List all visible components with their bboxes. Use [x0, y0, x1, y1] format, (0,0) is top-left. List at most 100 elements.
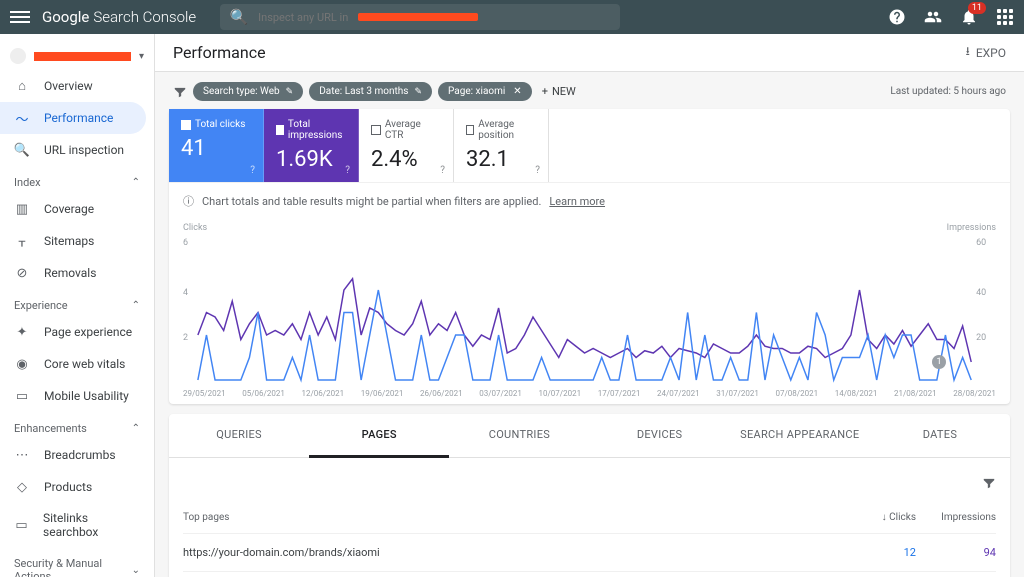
checkbox-icon	[371, 125, 381, 135]
help-icon[interactable]: ?	[535, 165, 540, 176]
metric-position[interactable]: Average position 32.1 ?	[454, 109, 549, 182]
filter-icon[interactable]	[173, 85, 187, 99]
tab-dates[interactable]: DATES	[870, 414, 1010, 457]
nav-removals[interactable]: ⊘Removals	[0, 257, 154, 289]
main: Performance ⭳ EXPO Search type: Web✎ Dat…	[155, 34, 1024, 577]
logo-product: Search Console	[93, 8, 196, 26]
nav-coverage[interactable]: ▥Coverage	[0, 193, 154, 225]
nav-page-experience[interactable]: ✦Page experience	[0, 316, 154, 348]
chevron-up-icon: ⌃	[132, 300, 140, 311]
search-icon: 🔍	[230, 8, 248, 26]
search-input[interactable]	[258, 11, 348, 24]
nav-cwv[interactable]: ◉Core web vitals	[0, 348, 154, 380]
tab-devices[interactable]: DEVICES	[590, 414, 730, 457]
chevron-up-icon: ⌃	[132, 423, 140, 434]
nav-mobile-usability[interactable]: ▭Mobile Usability	[0, 380, 154, 412]
help-icon[interactable]: ?	[345, 165, 350, 176]
close-icon[interactable]: ✕	[513, 86, 521, 97]
svg-text:40: 40	[976, 288, 986, 298]
left-axis-label: Clicks	[183, 223, 207, 233]
tab-pages[interactable]: PAGES	[309, 414, 449, 458]
nav-products[interactable]: ◇Products	[0, 471, 154, 503]
chevron-up-icon: ⌃	[132, 177, 140, 188]
table-row[interactable]: http://your-domain.com/brands/xiaomi9317	[183, 572, 996, 577]
products-icon: ◇	[14, 479, 30, 495]
checkbox-icon	[181, 120, 191, 130]
menu-icon[interactable]	[10, 8, 30, 26]
add-filter-button[interactable]: +NEW	[542, 85, 576, 98]
apps-icon[interactable]	[996, 8, 1014, 26]
section-enhancements[interactable]: Enhancements⌃	[0, 412, 154, 439]
metric-ctr[interactable]: Average CTR 2.4% ?	[359, 109, 454, 182]
notifications-icon[interactable]: 11	[960, 8, 978, 26]
metric-tiles: Total clicks 41 ? Total impressions 1.69…	[169, 109, 1010, 182]
nav-performance[interactable]: 〜Performance	[0, 102, 146, 134]
breadcrumbs-icon: ⋯	[14, 447, 30, 463]
chevron-down-icon: ⌄	[132, 565, 140, 576]
property-favicon	[10, 48, 26, 64]
tab-queries[interactable]: QUERIES	[169, 414, 309, 457]
nav-overview[interactable]: ⌂Overview	[0, 70, 154, 102]
magnifier-icon: 🔍	[14, 142, 30, 158]
metric-impressions[interactable]: Total impressions 1.69K ?	[264, 109, 359, 182]
topbar: Google Search Console 🔍 11	[0, 0, 1024, 34]
svg-text:2: 2	[183, 333, 188, 343]
titlebar: Performance ⭳ EXPO	[155, 34, 1024, 72]
speed-icon: ◉	[14, 356, 30, 372]
chart-card: Total clicks 41 ? Total impressions 1.69…	[169, 109, 1010, 404]
nav-breadcrumbs[interactable]: ⋯Breadcrumbs	[0, 439, 154, 471]
learn-more-link[interactable]: Learn more	[549, 195, 605, 208]
edit-icon: ✎	[286, 87, 294, 97]
svg-text:6: 6	[183, 238, 188, 248]
help-icon[interactable]	[888, 8, 906, 26]
section-index[interactable]: Index⌃	[0, 166, 154, 193]
sidebar: ▾ ⌂Overview 〜Performance 🔍URL inspection…	[0, 34, 155, 577]
metric-clicks[interactable]: Total clicks 41 ?	[169, 109, 264, 182]
page-title: Performance	[173, 43, 266, 62]
help-icon[interactable]: ?	[440, 165, 445, 176]
edit-icon: ✎	[414, 87, 422, 97]
right-axis-label: Impressions	[947, 223, 996, 233]
chip-page[interactable]: Page: xiaomi✕	[438, 82, 532, 101]
section-experience[interactable]: Experience⌃	[0, 289, 154, 316]
nav-sitemaps[interactable]: ᚁSitemaps	[0, 225, 154, 257]
col-page[interactable]: Top pages	[183, 512, 836, 523]
redacted-domain	[358, 13, 478, 21]
section-security[interactable]: Security & Manual Actions⌄	[0, 547, 154, 577]
x-axis-ticks: 29/05/202105/06/202112/06/202119/06/2021…	[183, 385, 996, 402]
property-selector[interactable]: ▾	[0, 42, 154, 70]
export-button[interactable]: ⭳ EXPO	[966, 42, 1006, 63]
filter-bar: Search type: Web✎ Date: Last 3 months✎ P…	[155, 82, 1024, 109]
chart-annotation-marker[interactable]: 1	[932, 355, 946, 369]
chip-search-type[interactable]: Search type: Web✎	[193, 82, 303, 101]
checkbox-icon	[466, 125, 474, 135]
col-clicks[interactable]: ↓ Clicks	[836, 512, 916, 523]
svg-text:4: 4	[183, 288, 188, 298]
data-table-card: QUERIES PAGES COUNTRIES DEVICES SEARCH A…	[169, 414, 1010, 577]
nav-sitelinks[interactable]: ▭Sitelinks searchbox	[0, 503, 154, 547]
notif-badge: 11	[968, 2, 986, 14]
chart-icon: 〜	[14, 110, 30, 126]
performance-chart[interactable]: 6 4 2 60 40 20 1	[183, 235, 996, 385]
col-impressions[interactable]: Impressions	[916, 512, 996, 523]
table-row[interactable]: https://your-domain.com/brands/xiaomi129…	[183, 534, 996, 572]
mobile-icon: ▭	[14, 388, 30, 404]
logo-google: Google	[42, 8, 89, 26]
table-filter-button[interactable]	[183, 468, 996, 502]
filter-note: ⓘ Chart totals and table results might b…	[169, 182, 1010, 219]
url-inspect-search[interactable]: 🔍	[220, 4, 620, 30]
table-header: Top pages ↓ Clicks Impressions	[183, 502, 996, 534]
topbar-actions: 11	[888, 8, 1014, 26]
download-icon: ⭳	[966, 42, 970, 63]
people-icon[interactable]	[924, 8, 942, 26]
table-tabs: QUERIES PAGES COUNTRIES DEVICES SEARCH A…	[169, 414, 1010, 458]
chip-date[interactable]: Date: Last 3 months✎	[309, 82, 432, 101]
tab-search-appearance[interactable]: SEARCH APPEARANCE	[730, 414, 870, 457]
property-name-redacted	[34, 52, 131, 61]
chart-container: Clicks Impressions 6 4 2 60 40 20	[169, 219, 1010, 404]
home-icon: ⌂	[14, 78, 30, 94]
nav-url-inspection[interactable]: 🔍URL inspection	[0, 134, 154, 166]
sparkle-icon: ✦	[14, 324, 30, 340]
tab-countries[interactable]: COUNTRIES	[449, 414, 589, 457]
help-icon[interactable]: ?	[250, 165, 255, 176]
